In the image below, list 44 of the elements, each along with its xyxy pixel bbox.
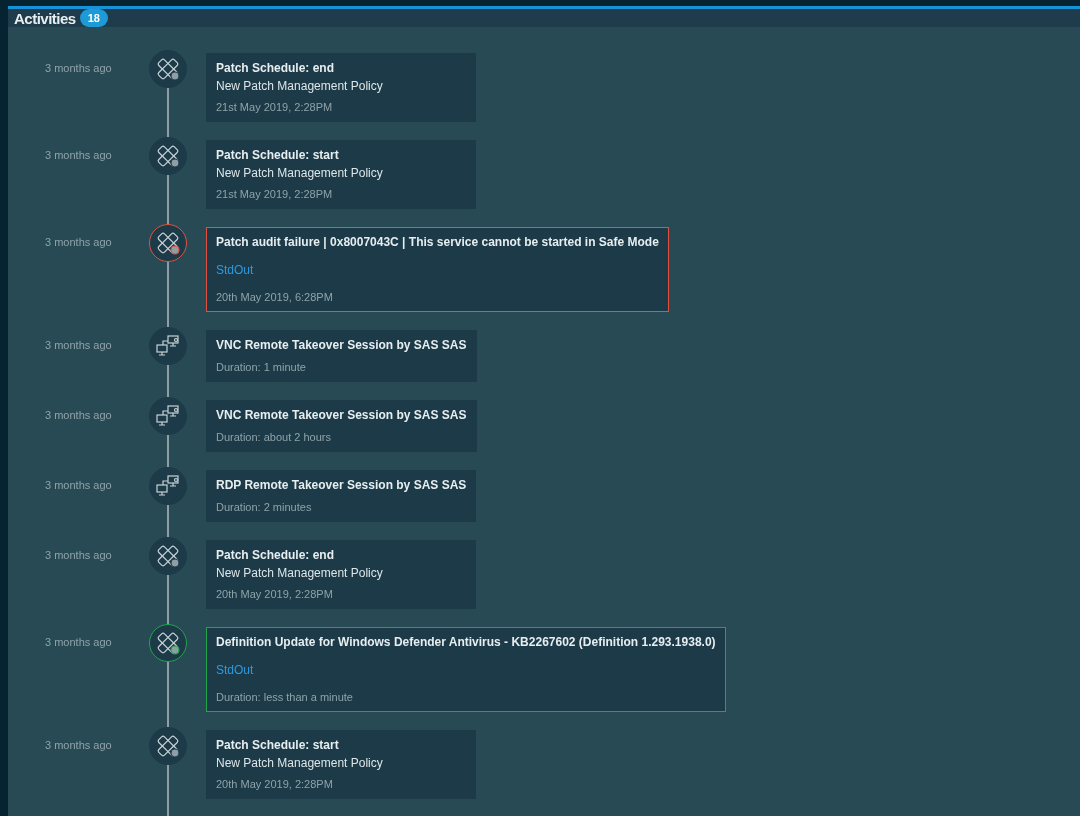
activity-detail: Duration: 2 minutes: [216, 501, 313, 513]
activity-policy: New Patch Management Policy: [216, 566, 384, 580]
relative-time: 3 months ago: [44, 408, 113, 421]
activity-title: RDP Remote Takeover Session by SAS SAS: [216, 478, 467, 492]
activity-title: Patch Schedule: end: [216, 548, 336, 562]
activity-detail: Duration: 1 minute: [216, 361, 307, 373]
bandage-icon: [155, 733, 181, 759]
panel-title: Activities: [14, 9, 76, 27]
relative-time: 3 months ago: [44, 548, 113, 561]
relative-time: 3 months ago: [44, 635, 113, 648]
stdout-link[interactable]: StdOut: [216, 263, 659, 277]
activity-title: Definition Update for Windows Defender Antivirus - KB2267602 (Definition 1.293.1938.0): [216, 635, 716, 649]
bandage-icon: [155, 56, 181, 82]
bandage-icon: [155, 630, 181, 656]
activity-detail: 21st May 2019, 2:28PM: [216, 188, 334, 200]
activity-title: Patch Schedule: start: [216, 148, 340, 162]
relative-time: 3 months ago: [44, 235, 113, 248]
activity-policy: New Patch Management Policy: [216, 166, 384, 180]
bandage-icon: [155, 143, 181, 169]
monitors-icon: [155, 473, 181, 499]
activity-detail: 20th May 2019, 2:28PM: [216, 778, 334, 790]
relative-time: 3 months ago: [44, 338, 113, 351]
activity-title: Patch Schedule: start: [216, 738, 340, 752]
activity-detail: 20th May 2019, 2:28PM: [216, 588, 334, 600]
monitors-icon: [155, 333, 181, 359]
stdout-link[interactable]: StdOut: [216, 663, 716, 677]
bandage-icon: [155, 543, 181, 569]
activity-title: VNC Remote Takeover Session by SAS SAS: [216, 408, 467, 422]
activity-policy: New Patch Management Policy: [216, 756, 384, 770]
activity-detail: 21st May 2019, 2:28PM: [216, 101, 334, 113]
relative-time: 3 months ago: [44, 61, 113, 74]
relative-time: 3 months ago: [44, 478, 113, 491]
monitors-icon: [155, 403, 181, 429]
count-badge: 18: [79, 9, 108, 27]
activity-title: Patch audit failure | 0x8007043C | This service cannot be started in Safe Mode: [216, 235, 659, 249]
activity-title: Patch Schedule: end: [216, 61, 336, 75]
activity-detail: 20th May 2019, 6:28PM: [216, 291, 334, 303]
relative-time: 3 months ago: [44, 148, 113, 161]
activity-detail: Duration: less than a minute: [216, 691, 354, 703]
activity-policy: New Patch Management Policy: [216, 79, 384, 93]
activity-detail: Duration: about 2 hours: [216, 431, 332, 443]
activity-title: VNC Remote Takeover Session by SAS SAS: [216, 338, 467, 352]
relative-time: 3 months ago: [44, 738, 113, 751]
bandage-icon: [155, 230, 181, 256]
